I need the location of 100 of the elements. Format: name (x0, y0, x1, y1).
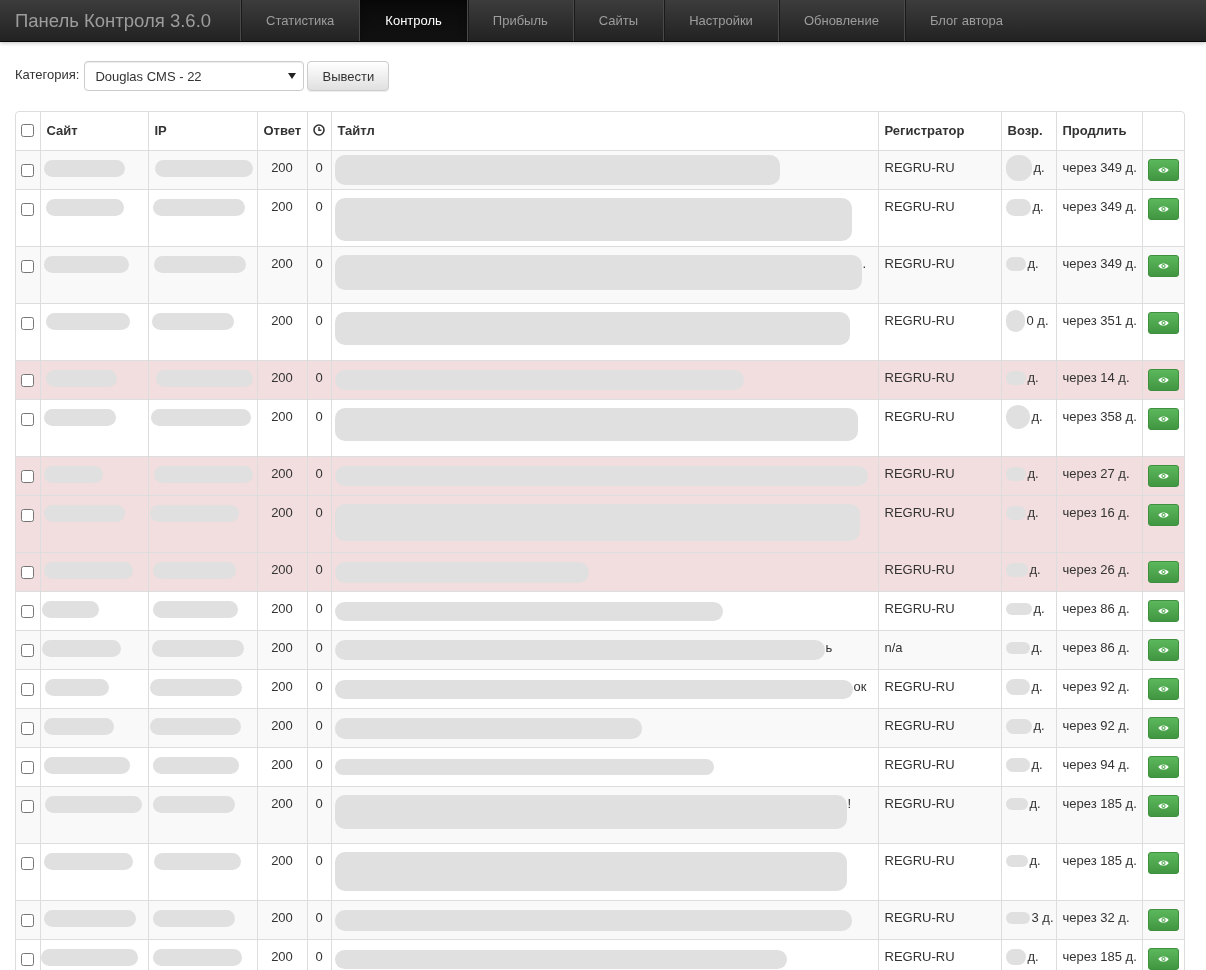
view-button[interactable] (1147, 503, 1179, 526)
view-button[interactable] (1147, 947, 1179, 970)
row-checkbox[interactable] (21, 469, 34, 483)
registrar-cell: REGRU-RU (878, 843, 1001, 900)
response-cell: 200 (257, 360, 307, 399)
row-checkbox[interactable] (21, 856, 34, 870)
column-header[interactable]: Возр. (1001, 112, 1056, 150)
registrar-cell: REGRU-RU (878, 591, 1001, 630)
eye-icon (1157, 723, 1169, 732)
row-checkbox[interactable] (21, 259, 34, 273)
view-button[interactable] (1147, 716, 1179, 739)
eye-icon (1157, 204, 1169, 213)
eye-icon (1157, 165, 1169, 174)
row-checkbox[interactable] (21, 913, 34, 927)
eye-icon (1157, 261, 1169, 270)
age-text: д. (1031, 638, 1043, 657)
view-button[interactable] (1147, 368, 1179, 391)
time-cell: 0 (307, 150, 331, 189)
row-checkbox[interactable] (21, 604, 34, 618)
eye-icon (1157, 858, 1169, 867)
time-cell: 0 (307, 552, 331, 591)
column-header[interactable]: Регистратор (878, 112, 1001, 150)
view-button[interactable] (1147, 197, 1179, 220)
row-checkbox[interactable] (21, 373, 34, 387)
renew-cell: через 94 д. (1056, 747, 1142, 786)
eye-icon (1157, 510, 1169, 519)
response-cell: 200 (257, 399, 307, 456)
registrar-cell: REGRU-RU (878, 303, 1001, 360)
response-cell: 200 (257, 708, 307, 747)
view-button[interactable] (1147, 464, 1179, 487)
column-header[interactable]: Тайтл (331, 112, 878, 150)
age-text: 0 д. (1026, 311, 1049, 330)
renew-cell: через 185 д. (1056, 843, 1142, 900)
view-button[interactable] (1147, 638, 1179, 661)
view-button[interactable] (1147, 755, 1179, 778)
renew-cell: через 32 д. (1056, 900, 1142, 939)
renew-cell: через 92 д. (1056, 708, 1142, 747)
view-button[interactable] (1147, 407, 1179, 430)
row-checkbox[interactable] (21, 565, 34, 579)
column-header[interactable]: IP (148, 112, 257, 150)
registrar-cell: REGRU-RU (878, 360, 1001, 399)
row-checkbox[interactable] (21, 682, 34, 696)
view-button[interactable] (1147, 560, 1179, 583)
redaction-bar (41, 600, 99, 618)
view-button[interactable] (1147, 254, 1179, 277)
age-text: д. (1027, 254, 1039, 273)
response-cell: 200 (257, 552, 307, 591)
response-cell: 200 (257, 189, 307, 246)
view-button[interactable] (1147, 677, 1179, 700)
renew-cell: через 349 д. (1056, 189, 1142, 246)
column-header[interactable]: Сайт (40, 112, 148, 150)
select-all-checkbox[interactable] (21, 124, 34, 137)
row-checkbox[interactable] (21, 508, 34, 522)
redaction-bar (1005, 854, 1028, 867)
age-text: д. (1027, 368, 1039, 387)
nav-tab[interactable]: Сайты (572, 0, 664, 41)
response-cell: 200 (257, 495, 307, 552)
view-button[interactable] (1147, 851, 1179, 874)
nav-tab[interactable]: Обновление (777, 0, 904, 41)
row-checkbox[interactable] (21, 952, 34, 966)
row-checkbox[interactable] (21, 163, 34, 177)
response-cell: 200 (257, 456, 307, 495)
row-checkbox[interactable] (21, 316, 34, 330)
renew-cell: через 185 д. (1056, 786, 1142, 843)
column-header[interactable]: Продлить (1056, 112, 1142, 150)
view-button[interactable] (1147, 908, 1179, 931)
response-cell: 200 (257, 591, 307, 630)
time-cell: 0 (307, 456, 331, 495)
row-checkbox[interactable] (21, 721, 34, 735)
nav-tab[interactable]: Контроль (359, 0, 467, 41)
nav-tab[interactable]: Блог автора (903, 0, 1028, 41)
row-checkbox[interactable] (21, 202, 34, 216)
registrar-cell: REGRU-RU (878, 669, 1001, 708)
renew-cell: через 14 д. (1056, 360, 1142, 399)
nav-tab[interactable]: Прибыль (466, 0, 573, 41)
view-button[interactable] (1147, 311, 1179, 334)
row-checkbox[interactable] (21, 760, 34, 774)
renew-cell: через 26 д. (1056, 552, 1142, 591)
time-cell: 0 (307, 786, 331, 843)
row-checkbox[interactable] (21, 799, 34, 813)
show-button[interactable]: Вывести (307, 61, 390, 91)
nav-tab[interactable]: Настройки (663, 0, 778, 41)
row-checkbox[interactable] (21, 412, 34, 426)
row-checkbox[interactable] (21, 643, 34, 657)
time-cell: 0 (307, 360, 331, 399)
age-text: д. (1033, 158, 1045, 177)
registrar-cell: REGRU-RU (878, 900, 1001, 939)
view-button[interactable] (1147, 599, 1179, 622)
app-title[interactable]: Панель Контроля 3.6.0 (0, 0, 241, 41)
column-header[interactable]: Ответ (257, 112, 307, 150)
registrar-cell: REGRU-RU (878, 552, 1001, 591)
category-label: Категория: (15, 67, 80, 82)
redaction-bar (43, 717, 114, 735)
renew-cell: через 86 д. (1056, 630, 1142, 669)
redaction-bar (1005, 911, 1030, 924)
category-select[interactable]: Douglas CMS - 22 (84, 61, 305, 91)
eye-icon (1157, 567, 1169, 576)
time-cell: 0 (307, 630, 331, 669)
view-button[interactable] (1147, 794, 1179, 817)
view-button[interactable] (1147, 158, 1179, 181)
